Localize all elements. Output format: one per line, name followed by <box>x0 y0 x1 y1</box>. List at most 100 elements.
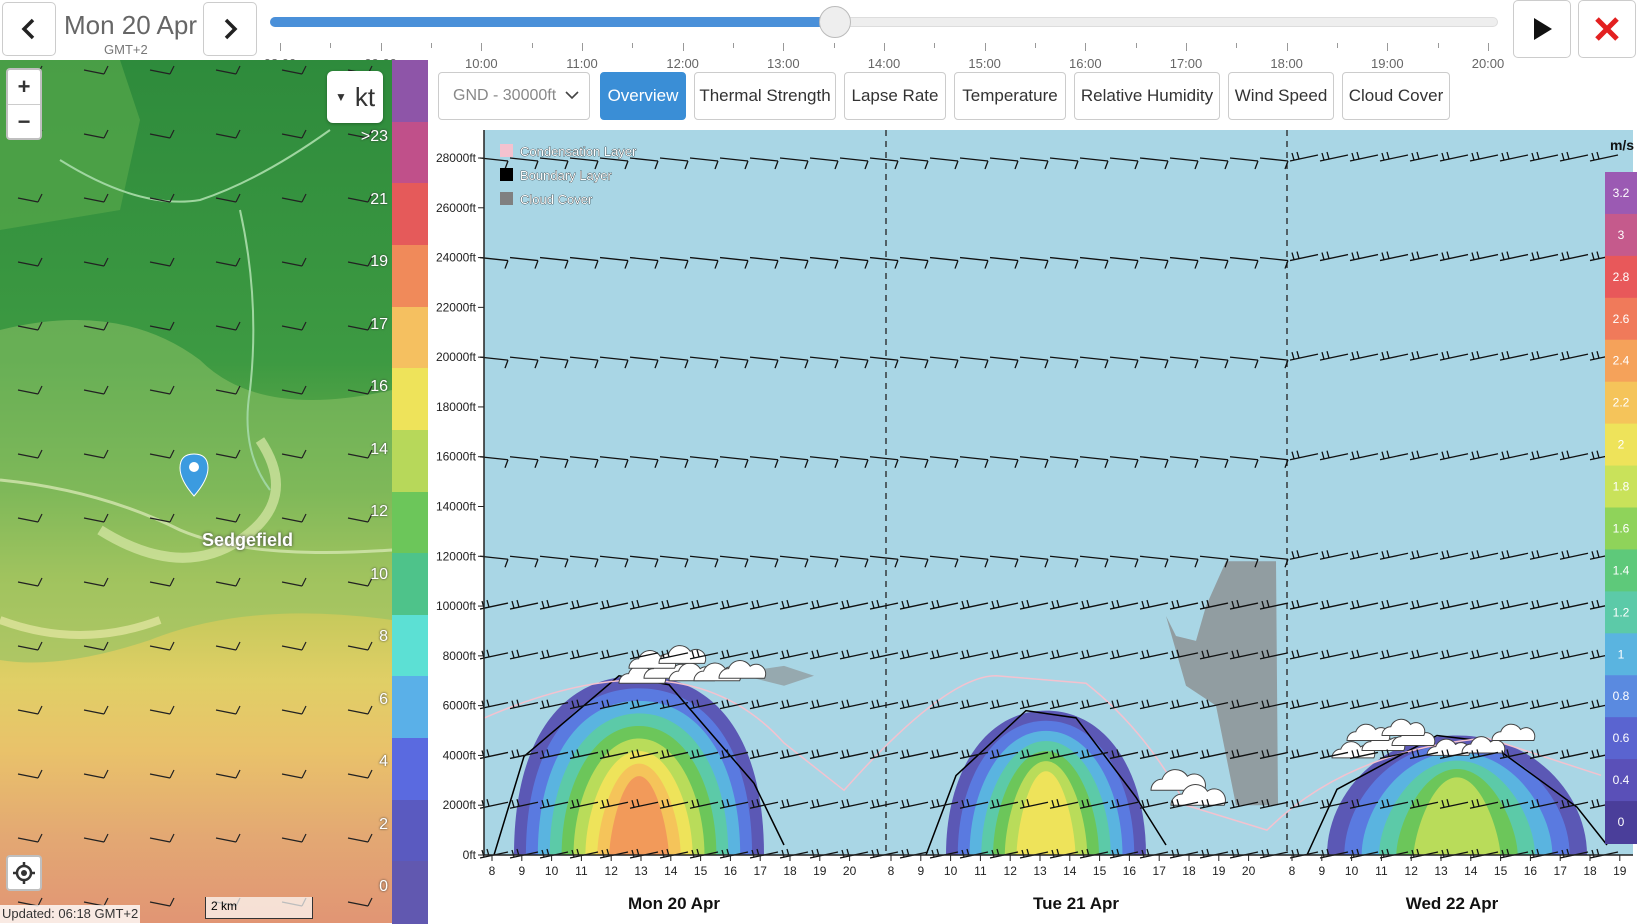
wind-scale-label: 0 <box>379 878 388 895</box>
legend-swatch <box>500 192 513 205</box>
timeline-minor-tick <box>1337 43 1338 48</box>
tab-cloud-cover[interactable]: Cloud Cover <box>1342 72 1450 120</box>
colorscale-label: 0.4 <box>1613 773 1630 787</box>
y-tick-label: 22000ft <box>436 300 477 314</box>
timeline-tick <box>682 43 684 51</box>
x-tick-label: 10 <box>1345 864 1359 878</box>
chevron-right-icon <box>224 18 238 40</box>
timeline-minor-tick <box>431 43 432 48</box>
next-day-button[interactable] <box>203 2 257 56</box>
legend-label: Boundary Layer <box>520 168 612 183</box>
wind-scale-swatch <box>392 306 428 370</box>
x-tick-label: 19 <box>813 864 827 878</box>
top-bar: Mon 20 Apr GMT+2 08:0009:0010:0011:0012:… <box>0 0 1637 71</box>
locate-button[interactable] <box>6 855 42 891</box>
wind-scale-swatch <box>392 368 428 431</box>
chevron-down-icon <box>565 87 579 105</box>
colorscale-label: 1.2 <box>1613 605 1630 619</box>
tab-lapse-rate[interactable]: Lapse Rate <box>844 72 946 120</box>
zoom-in-button[interactable]: + <box>8 70 40 105</box>
tab-relative-humidity[interactable]: Relative Humidity <box>1074 72 1220 120</box>
day-label: Tue 21 Apr <box>1033 894 1119 913</box>
x-tick-label: 8 <box>888 864 895 878</box>
timezone-label: GMT+2 <box>104 42 148 57</box>
x-tick-label: 19 <box>1212 864 1226 878</box>
timeline-hour-label: 12:00 <box>666 56 699 71</box>
x-tick-label: 8 <box>489 864 496 878</box>
x-tick-label: 16 <box>1123 864 1137 878</box>
timeline-minor-tick <box>531 43 533 48</box>
timeline-minor-tick <box>934 43 936 48</box>
place-label: Sedgefield <box>202 530 294 550</box>
colorscale-label: 1.8 <box>1613 480 1630 494</box>
timeline-hour-label: 11:00 <box>566 56 598 71</box>
x-tick-label: 11 <box>1375 864 1388 878</box>
wind-scale-label: 6 <box>379 690 388 708</box>
x-tick-label: 9 <box>917 864 924 878</box>
wind-map[interactable]: Sedgefield <box>0 60 392 923</box>
y-tick-label: 0ft <box>463 848 477 862</box>
y-tick-label: 10000ft <box>436 599 477 613</box>
timeline-tick <box>884 43 885 51</box>
wind-scale-label: 19 <box>370 253 388 270</box>
wind-scale-label: >23 <box>360 128 388 145</box>
colorscale-label: 2.8 <box>1613 270 1630 284</box>
x-tick-label: 17 <box>1554 864 1568 878</box>
x-tick-label: 18 <box>1182 864 1196 878</box>
time-slider[interactable]: 08:0009:0010:0011:0012:0013:0014:0015:00… <box>264 6 1504 71</box>
timeline-tick <box>582 43 583 51</box>
legend-swatch <box>500 168 513 181</box>
timeline-hour-label: 13:00 <box>767 56 800 71</box>
altitude-range-select[interactable]: GND - 30000ft <box>438 72 590 120</box>
prev-day-button[interactable] <box>2 2 56 56</box>
wind-scale-swatch <box>392 429 428 493</box>
tab-overview[interactable]: Overview <box>600 72 686 120</box>
wind-scale-label: 4 <box>379 753 388 770</box>
colorscale-label: 0 <box>1618 815 1625 829</box>
time-slider-handle[interactable] <box>818 6 851 38</box>
close-button[interactable] <box>1578 0 1636 58</box>
wind-scale-label: 12 <box>370 503 388 520</box>
y-tick-label: 24000ft <box>436 251 477 265</box>
timeline-hour-label: 20:00 <box>1471 56 1505 71</box>
colorscale-label: 1.4 <box>1613 563 1630 577</box>
tab-wind-speed[interactable]: Wind Speed <box>1228 72 1334 120</box>
wind-scale-swatch <box>392 738 428 801</box>
map-scale-bar: 2 km <box>205 897 313 919</box>
play-button[interactable] <box>1513 0 1571 58</box>
x-tick-label: 12 <box>1405 864 1419 878</box>
colorscale-label: 3.2 <box>1613 186 1630 200</box>
x-tick-label: 12 <box>605 864 619 878</box>
chevron-left-icon <box>21 18 35 40</box>
x-tick-label: 10 <box>944 864 958 878</box>
wind-scale-swatch <box>392 799 428 863</box>
time-slider-progress <box>270 17 835 27</box>
x-tick-label: 14 <box>664 864 678 878</box>
y-tick-label: 28000ft <box>436 151 477 165</box>
wind-scale-swatch <box>392 60 428 123</box>
tab-thermal-strength[interactable]: Thermal Strength <box>694 72 836 120</box>
timeline-minor-tick <box>1135 43 1137 48</box>
x-tick-label: 13 <box>634 864 648 878</box>
timeline-hour-label: 19:00 <box>1371 56 1404 71</box>
colorscale-label: 2 <box>1618 438 1625 452</box>
legend-label: Condensation Layer <box>520 144 637 159</box>
y-tick-label: 26000ft <box>436 201 477 215</box>
timeline-hour-label: 17:00 <box>1169 56 1203 71</box>
wind-scale-label: 10 <box>370 565 388 583</box>
colorscale-label: 2.4 <box>1613 354 1630 368</box>
x-tick-label: 20 <box>1242 864 1256 878</box>
x-tick-label: 14 <box>1464 864 1478 878</box>
timeline-hour-label: 14:00 <box>867 56 901 71</box>
zoom-out-button[interactable]: − <box>8 105 40 139</box>
colorscale-label: 1 <box>1618 647 1625 661</box>
unit-selector[interactable]: ▼ kt <box>327 71 383 123</box>
legend-label: Cloud Cover <box>520 192 593 207</box>
y-tick-label: 16000ft <box>436 450 477 464</box>
zoom-control: + − <box>6 68 42 140</box>
caret-down-icon: ▼ <box>334 90 347 104</box>
altitude-range-value: GND - 30000ft <box>453 87 557 104</box>
tab-temperature[interactable]: Temperature <box>954 72 1066 120</box>
x-tick-label: 15 <box>1093 864 1107 878</box>
timeline-tick <box>1085 43 1087 51</box>
